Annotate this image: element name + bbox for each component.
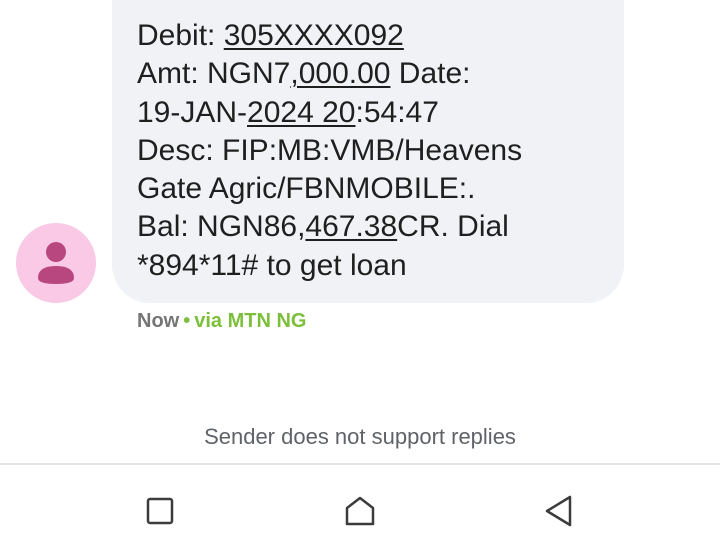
message-text: Desc: FIP:MB:VMB/Heavens (137, 133, 523, 167)
back-button[interactable] (540, 491, 580, 531)
home-icon (345, 496, 375, 526)
message-line: 19-JAN-2024 20:54:47 (137, 94, 600, 132)
message-meta: Now • via MTN NG (137, 308, 306, 334)
message-text: Date: (390, 57, 471, 91)
no-reply-notice: Sender does not support replies (204, 424, 516, 449)
amount-link[interactable]: ,000.00 (290, 57, 390, 90)
message-timestamp: Now (137, 310, 180, 332)
message-line: Amt: NGN7,000.00 Date: (137, 55, 600, 93)
account-number-link[interactable]: 305XXXX092 (224, 19, 404, 52)
sender-avatar[interactable] (16, 223, 96, 303)
message-bubble[interactable]: Debit: 305XXXX092 Amt: NGN7,000.00 Date:… (112, 0, 624, 303)
meta-separator: • (183, 310, 191, 332)
person-icon (38, 242, 74, 284)
message-line: Desc: FIP:MB:VMB/Heavens (137, 132, 600, 170)
message-text: Gate Agric/FBNMOBILE:. (137, 172, 476, 206)
conversation-screen: Debit: 305XXXX092 Amt: NGN7,000.00 Date:… (0, 0, 720, 559)
home-button[interactable] (340, 491, 380, 531)
back-triangle-icon (545, 495, 572, 527)
message-text: *894*11# to get loan (137, 248, 407, 282)
recents-button[interactable] (140, 491, 180, 531)
message-line: Gate Agric/FBNMOBILE:. (137, 170, 600, 208)
message-line: Debit: 305XXXX092 (137, 17, 600, 55)
message-text: Bal: NGN86, (137, 210, 306, 244)
message-line: *894*11# to get loan (137, 247, 600, 285)
message-text: Debit: (137, 19, 224, 52)
balance-link[interactable]: 467.38 (305, 210, 397, 243)
square-icon (146, 497, 174, 525)
message-text: :54:47 (355, 95, 439, 129)
system-nav-bar (0, 465, 720, 559)
message-text: Amt: NGN7 (137, 57, 291, 91)
message-line: Bal: NGN86,467.38CR. Dial (137, 208, 600, 246)
message-text: CR. Dial (397, 210, 509, 244)
message-text: 19-JAN- (137, 95, 248, 129)
carrier-label: via MTN NG (194, 310, 307, 332)
datetime-link[interactable]: 2024 20 (247, 96, 355, 129)
